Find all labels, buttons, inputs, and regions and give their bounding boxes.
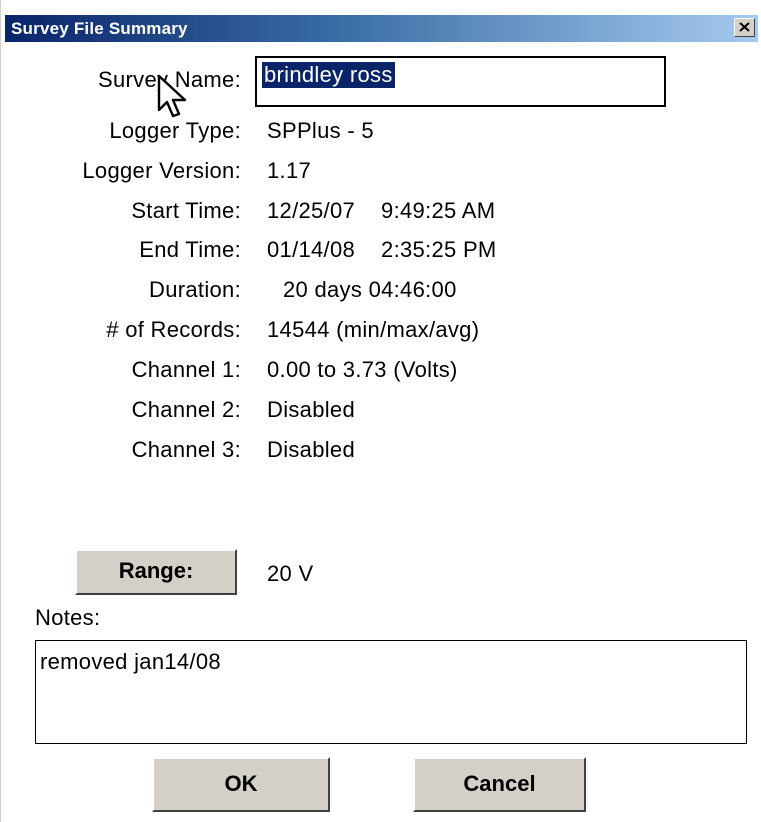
- notes-label: Notes:: [35, 605, 101, 630]
- cancel-button[interactable]: Cancel: [413, 757, 586, 812]
- channel2-label: Channel 2:: [131, 397, 241, 422]
- start-time-label: Start Time:: [131, 198, 241, 223]
- duration-value: 20 days 04:46:00: [283, 277, 457, 302]
- duration-label: Duration:: [149, 277, 241, 302]
- range-value: 20 V: [267, 561, 314, 586]
- window-title: Survey File Summary: [11, 19, 188, 38]
- survey-file-summary-dialog: Survey File Summary Survey Name: brindle…: [0, 0, 761, 822]
- mouse-pointer-icon: [157, 74, 187, 118]
- records-label: # of Records:: [106, 317, 241, 342]
- range-button[interactable]: Range:: [75, 549, 237, 595]
- ok-button-label: OK: [224, 771, 258, 796]
- ok-button[interactable]: OK: [152, 757, 330, 812]
- start-time-value: 12/25/07 9:49:25 AM: [267, 198, 495, 224]
- channel3-label: Channel 3:: [131, 437, 241, 462]
- channel2-value: Disabled: [267, 397, 356, 422]
- logger-type-label: Logger Type:: [109, 118, 241, 143]
- notes-text: removed jan14/08: [40, 649, 221, 674]
- end-date: 01/14/08: [267, 237, 356, 262]
- notes-textarea[interactable]: removed jan14/08: [35, 640, 747, 744]
- start-clock: 9:49:25 AM: [381, 198, 496, 223]
- end-time-label: End Time:: [139, 237, 241, 262]
- survey-name-value: brindley ross: [262, 62, 395, 88]
- cancel-button-label: Cancel: [463, 771, 536, 796]
- survey-name-label: Survey Name:: [98, 67, 241, 92]
- channel1-label: Channel 1:: [131, 357, 241, 382]
- close-button[interactable]: [734, 18, 755, 37]
- start-date: 12/25/07: [267, 198, 356, 223]
- end-time-value: 01/14/08 2:35:25 PM: [267, 237, 497, 263]
- logger-type-value: SPPlus - 5: [267, 118, 374, 143]
- title-bar[interactable]: Survey File Summary: [5, 15, 758, 42]
- channel3-value: Disabled: [267, 437, 356, 462]
- logger-version-value: 1.17: [267, 158, 312, 183]
- logger-version-label: Logger Version:: [82, 158, 241, 183]
- records-value: 14544 (min/max/avg): [267, 317, 480, 342]
- channel1-value: 0.00 to 3.73 (Volts): [267, 357, 458, 382]
- end-clock: 2:35:25 PM: [381, 237, 497, 262]
- range-button-label: Range:: [118, 558, 194, 583]
- survey-name-input[interactable]: brindley ross: [255, 56, 666, 107]
- close-icon: [739, 22, 750, 32]
